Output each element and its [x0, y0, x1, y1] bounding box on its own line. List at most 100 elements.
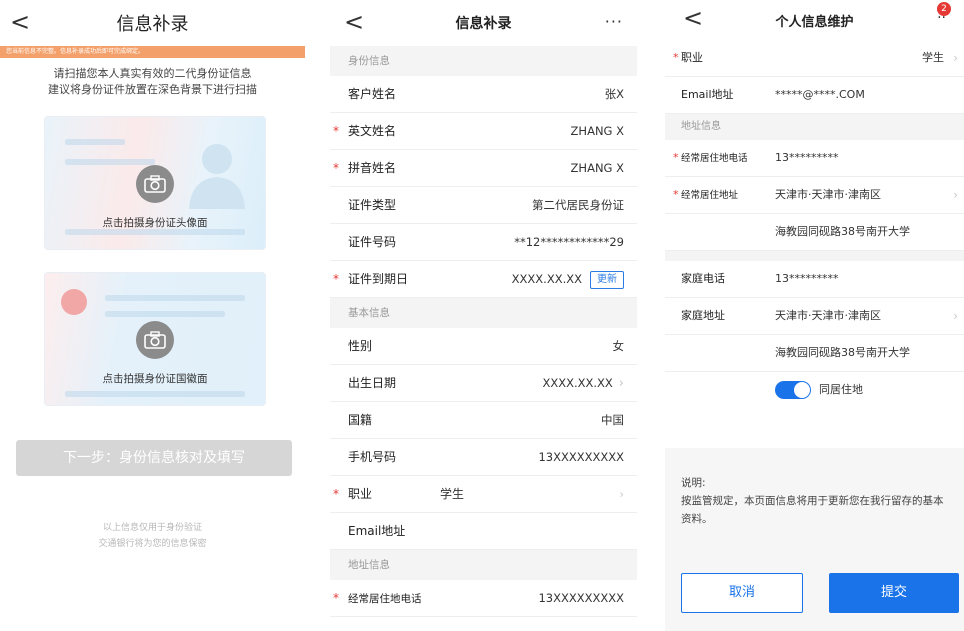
update-button[interactable]: 更新 — [590, 270, 624, 289]
privacy-line: 以上信息仅用于身份验证 — [102, 523, 202, 533]
field-value[interactable]: 海教园同砚路38号南开大学 — [775, 335, 910, 371]
nav-bar: < 个人信息维护 ·· 2 — [665, 0, 964, 40]
field-value: 女 — [612, 339, 625, 353]
field-label: 职业 — [348, 487, 373, 501]
chevron-right-icon: › — [618, 376, 624, 391]
more-menu-icon[interactable]: ··· — [605, 12, 623, 31]
back-button[interactable]: < — [10, 8, 30, 36]
row-residence-phone[interactable]: * 经常居住地电话 13********* — [665, 140, 964, 177]
field-label: 家庭电话 — [681, 272, 725, 285]
instructions: 请扫描您本人真实有效的二代身份证信息 建议将身份证件放置在深色背景下进行扫描 — [0, 66, 305, 98]
section-header-address: 地址信息 — [665, 114, 964, 140]
dob-value: XXXX.XX.XX — [542, 376, 613, 390]
card-stripe — [65, 391, 245, 397]
row-english-name[interactable]: * 英文姓名 ZHANG X — [330, 113, 637, 150]
note-body: 按监管规定，本页面信息将用于更新您在我行留存的基本资料。 — [681, 495, 944, 525]
field-value[interactable]: 13********* — [775, 261, 839, 297]
field-label: 出生日期 — [348, 376, 397, 390]
field-label: 手机号码 — [348, 450, 397, 464]
required-mark: * — [333, 124, 339, 138]
camera-icon[interactable] — [136, 321, 174, 359]
chevron-right-icon: › — [619, 487, 624, 501]
field-value[interactable]: 学生 — [922, 40, 944, 76]
field-label: 家庭地址 — [681, 309, 725, 322]
field-value[interactable]: *****@****.COM — [775, 77, 865, 113]
field-value[interactable]: 13XXXXXXXXX — [538, 580, 624, 616]
field-value[interactable]: 13********* — [775, 140, 839, 176]
row-occupation[interactable]: * 职业 学生 › — [330, 476, 637, 513]
field-value[interactable]: ZHANG X — [571, 113, 624, 149]
id-front-capture[interactable]: 点击拍摄身份证头像面 — [44, 116, 266, 250]
field-label: 证件到期日 — [348, 272, 409, 286]
field-value[interactable]: 海教园同砚路38号南开大学 — [775, 214, 910, 250]
privacy-line: 交通银行将为您的信息保密 — [98, 539, 207, 549]
field-value[interactable]: XXXX.XX.XX › — [542, 365, 624, 402]
card-stripe — [105, 295, 245, 301]
field-label: 国籍 — [348, 413, 373, 427]
field-value: **12************29 — [514, 235, 624, 249]
row-customer-name: 客户姓名 张X — [330, 76, 637, 113]
field-value: 张X — [604, 87, 624, 101]
row-residence-address-detail[interactable]: 海教园同砚路38号南开大学 — [665, 214, 964, 251]
field-value: XXXX.XX.XX 更新 — [512, 261, 624, 297]
field-value: 中国 — [601, 413, 624, 427]
page-title: 信息补录 — [455, 16, 512, 32]
id-back-capture[interactable]: 点击拍摄身份证国徽面 — [44, 272, 266, 406]
expiry-value: XXXX.XX.XX — [511, 272, 582, 286]
same-address-toggle[interactable] — [775, 381, 811, 399]
field-label: 职业 — [681, 51, 703, 64]
field-label: Email地址 — [348, 524, 406, 538]
required-mark: * — [333, 272, 339, 286]
field-value[interactable]: 天津市·天津市·津南区 — [775, 298, 881, 334]
row-occupation[interactable]: * 职业 学生 › — [665, 40, 964, 77]
row-id-expiry: * 证件到期日 XXXX.XX.XX 更新 — [330, 261, 637, 298]
field-label: 性别 — [348, 339, 373, 353]
required-mark: * — [333, 161, 339, 175]
field-value[interactable]: ZHANG X — [571, 150, 624, 186]
row-email[interactable]: Email地址 — [330, 513, 637, 550]
row-birth-date[interactable]: 出生日期 XXXX.XX.XX › — [330, 365, 637, 402]
cancel-button[interactable]: 取消 — [681, 573, 803, 613]
field-value: 13XXXXXXXXX — [538, 450, 624, 464]
field-label: 经常居住地址 — [681, 190, 739, 201]
section-header-address: 地址信息 — [330, 550, 637, 580]
row-pinyin-name[interactable]: * 拼音姓名 ZHANG X — [330, 150, 637, 187]
scan-id-screen: < 信息补录 您当前信息不完整。信息补录成功后即可完成绑定。 请扫描您本人真实有… — [0, 0, 305, 631]
info-supplement-screen: < 信息补录 ··· 身份信息 客户姓名 张X * 英文姓名 ZHANG X *… — [330, 0, 637, 631]
submit-button[interactable]: 提交 — [829, 573, 959, 613]
chevron-right-icon: › — [953, 188, 958, 202]
row-mobile: 手机号码 13XXXXXXXXX — [330, 439, 637, 476]
required-mark: * — [673, 151, 679, 164]
camera-icon[interactable] — [136, 165, 174, 203]
nav-bar: < 信息补录 — [0, 0, 305, 46]
chevron-right-icon: › — [953, 309, 958, 323]
field-value[interactable]: 学生 — [440, 476, 464, 512]
row-residence-phone[interactable]: * 经常居住地电话 13XXXXXXXXX — [330, 580, 637, 617]
emblem-icon — [61, 289, 87, 315]
back-button[interactable]: < — [344, 8, 364, 36]
field-value[interactable]: 天津市·天津市·津南区 — [775, 177, 881, 213]
row-gender: 性别 女 — [330, 328, 637, 365]
back-button[interactable]: < — [683, 4, 703, 32]
instruction-line: 请扫描您本人真实有效的二代身份证信息 — [53, 67, 252, 80]
section-header-basic: 基本信息 — [330, 298, 637, 328]
field-label: 英文姓名 — [348, 124, 397, 138]
row-home-address[interactable]: 家庭地址 天津市·天津市·津南区 › — [665, 298, 964, 335]
row-id-number: 证件号码 **12************29 — [330, 224, 637, 261]
card-stripe — [65, 139, 125, 145]
section-gap — [665, 251, 964, 261]
field-label: 客户姓名 — [348, 87, 397, 101]
row-home-phone[interactable]: 家庭电话 13********* — [665, 261, 964, 298]
toggle-label: 同居住地 — [819, 383, 863, 396]
row-nationality: 国籍 中国 — [330, 402, 637, 439]
field-label: 证件号码 — [348, 235, 397, 249]
next-step-button[interactable]: 下一步：身份信息核对及填写 — [16, 440, 292, 476]
row-email[interactable]: Email地址 *****@****.COM — [665, 77, 964, 114]
row-residence-address[interactable]: * 经常居住地址 天津市·天津市·津南区 › — [665, 177, 964, 214]
warning-banner: 您当前信息不完整。信息补录成功后即可完成绑定。 — [0, 46, 305, 58]
row-home-address-detail[interactable]: 海教园同砚路38号南开大学 — [665, 335, 964, 372]
page-title: 信息补录 — [116, 14, 189, 35]
privacy-note: 以上信息仅用于身份验证 交通银行将为您的信息保密 — [0, 520, 305, 552]
required-mark: * — [333, 487, 339, 501]
card-stripe — [105, 311, 225, 317]
